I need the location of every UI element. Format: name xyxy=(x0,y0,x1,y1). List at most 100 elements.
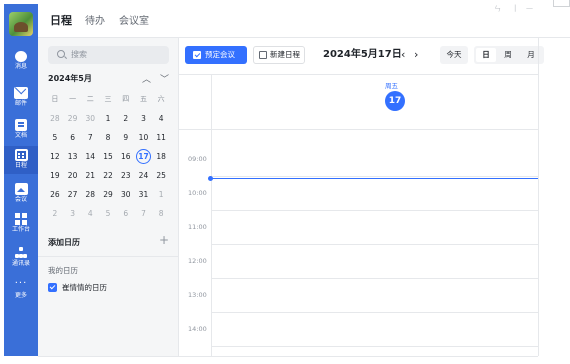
calendar-day[interactable]: 8 xyxy=(152,204,170,223)
calendar-day[interactable]: 30 xyxy=(117,185,135,204)
book-meeting-label: 预定会议 xyxy=(205,50,235,59)
calendar-day[interactable]: 11 xyxy=(152,128,170,147)
calendar-day-number: 15 xyxy=(103,152,113,161)
calendar-day-number: 6 xyxy=(123,209,129,218)
avatar[interactable] xyxy=(9,12,33,36)
next-day-button[interactable]: › xyxy=(414,47,418,63)
calendar-day-number: 31 xyxy=(138,190,149,199)
calendar-day[interactable]: 2 xyxy=(117,109,135,128)
chevron-up-icon[interactable]: ︿ xyxy=(142,72,151,85)
calendar-day[interactable]: 6 xyxy=(117,204,135,223)
calendar-day[interactable]: 13 xyxy=(64,147,82,166)
view-right-edge xyxy=(538,38,539,356)
calendar-day[interactable]: 2 xyxy=(46,204,64,223)
hour-label: 12:00 xyxy=(188,257,207,265)
rail-item-label: 更多 xyxy=(14,292,27,299)
calendar-day-number: 2 xyxy=(123,114,129,123)
add-calendar-button[interactable]: + xyxy=(159,233,169,247)
rail-item-contacts[interactable]: 通讯录 xyxy=(4,244,38,272)
calendar-day[interactable]: 4 xyxy=(152,109,170,128)
calendar-day[interactable]: 18 xyxy=(152,147,170,166)
calendar-day[interactable]: 29 xyxy=(99,185,117,204)
my-calendars-heading: 我的日历 xyxy=(48,266,78,275)
calendar-day-number: 25 xyxy=(156,171,166,180)
calendar-day[interactable]: 20 xyxy=(64,166,82,185)
calendar-day[interactable]: 1 xyxy=(152,185,170,204)
calendar-day-number: 19 xyxy=(50,171,60,180)
tab-todo[interactable]: 待办 xyxy=(85,15,105,29)
calendar-day[interactable]: 3 xyxy=(135,109,153,128)
calendar-day-number: 30 xyxy=(85,114,96,123)
rail-item-label: 会议 xyxy=(14,196,27,203)
hour-label: 13:00 xyxy=(188,291,207,299)
calendar-day-number: 20 xyxy=(67,171,78,180)
calendar-day[interactable]: 21 xyxy=(81,166,99,185)
rail-item-label: 通讯录 xyxy=(11,260,30,267)
calendar-day-number: 22 xyxy=(103,171,113,180)
weekday-header: 一 xyxy=(69,95,77,103)
rail-item-calendar[interactable]: 日程 xyxy=(4,146,38,174)
view-week-button[interactable]: 周 xyxy=(498,48,518,62)
calendar-day[interactable]: 26 xyxy=(46,185,64,204)
calendar-day[interactable]: 24 xyxy=(135,166,153,185)
tab-meeting-room[interactable]: 会议室 xyxy=(119,15,149,29)
calendar-day[interactable]: 30 xyxy=(81,109,99,128)
add-calendar-label: 添加日历 xyxy=(48,238,80,247)
rail-item-label: 工作台 xyxy=(11,226,30,233)
today-button[interactable]: 今天 xyxy=(440,46,468,64)
prev-day-button[interactable]: ‹ xyxy=(401,47,405,63)
calendar-day[interactable]: 10 xyxy=(135,128,153,147)
calendar-day[interactable]: 28 xyxy=(46,109,64,128)
calendar-day[interactable]: 14 xyxy=(81,147,99,166)
calendar-day[interactable]: 31 xyxy=(135,185,153,204)
calendar-day-number: 24 xyxy=(138,171,149,180)
calendar-day[interactable]: 8 xyxy=(99,128,117,147)
calendar-app: 消息 邮件 文档 日程 会议 工作台 通讯录 ··· 更多 日程 待办 会议室 … xyxy=(0,0,570,364)
minimize-button[interactable]: — xyxy=(526,4,533,12)
rail-item-messages[interactable]: 消息 xyxy=(4,48,38,76)
calendar-day-number: 4 xyxy=(87,209,93,218)
new-event-button[interactable]: 新建日程 xyxy=(253,46,305,64)
pin-icon[interactable]: ㄣ xyxy=(494,4,501,14)
calendar-day[interactable]: 15 xyxy=(99,147,117,166)
calendar-day-number: 30 xyxy=(120,190,131,199)
rail-item-mail[interactable]: 邮件 xyxy=(4,84,38,112)
book-meeting-button[interactable]: 预定会议 xyxy=(185,46,247,64)
day-number-badge[interactable]: 17 xyxy=(385,91,405,111)
calendar-day[interactable]: 23 xyxy=(117,166,135,185)
calendar-day[interactable]: 16 xyxy=(117,147,135,166)
calendar-checkbox[interactable] xyxy=(48,283,57,292)
tab-schedule[interactable]: 日程 xyxy=(50,14,72,28)
calendar-day[interactable]: 4 xyxy=(81,204,99,223)
calendar-day[interactable]: 1 xyxy=(99,109,117,128)
rail-item-workbench[interactable]: 工作台 xyxy=(4,210,38,238)
calendar-day[interactable]: 6 xyxy=(64,128,82,147)
calendar-day-today[interactable]: 17 xyxy=(135,147,153,166)
calendar-day[interactable]: 9 xyxy=(117,128,135,147)
mini-calendar-grid: 日一二三四五六 28 29 30 1 2 3 4 5 6 7 8 9 10 11 12 13 14 15 16 17 18… xyxy=(46,90,170,223)
view-bottom-edge xyxy=(38,356,538,357)
calendar-day[interactable]: 27 xyxy=(64,185,82,204)
calendar-day[interactable]: 22 xyxy=(99,166,117,185)
rail-item-docs[interactable]: 文档 xyxy=(4,116,38,144)
calendar-day[interactable]: 3 xyxy=(64,204,82,223)
calendar-day[interactable]: 12 xyxy=(46,147,64,166)
calendar-day[interactable]: 7 xyxy=(81,128,99,147)
view-day-button[interactable]: 日 xyxy=(476,48,496,62)
current-time-dot xyxy=(208,176,213,181)
window-divider: | xyxy=(514,4,517,12)
calendar-day[interactable]: 5 xyxy=(46,128,64,147)
search-input[interactable]: 搜索 xyxy=(48,46,169,64)
rail-item-more[interactable]: ··· 更多 xyxy=(4,276,38,304)
rail-item-meeting[interactable]: 会议 xyxy=(4,180,38,208)
view-switcher: 日 周 月 xyxy=(474,46,544,64)
chevron-down-icon[interactable]: ﹀ xyxy=(160,72,169,85)
calendar-day[interactable]: 5 xyxy=(99,204,117,223)
calendar-day-number: 23 xyxy=(120,171,131,180)
calendar-day[interactable]: 25 xyxy=(152,166,170,185)
calendar-day[interactable]: 19 xyxy=(46,166,64,185)
calendar-day[interactable]: 29 xyxy=(64,109,82,128)
calendar-day[interactable]: 28 xyxy=(81,185,99,204)
calendar-day[interactable]: 7 xyxy=(135,204,153,223)
rail-item-label: 日程 xyxy=(14,162,27,169)
